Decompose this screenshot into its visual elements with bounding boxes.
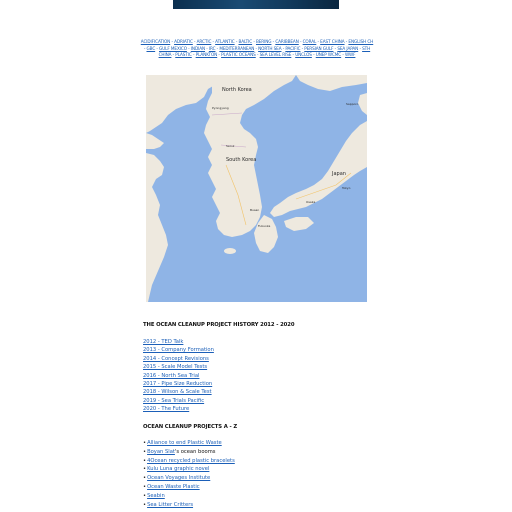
nav-link[interactable]: ACIDIFICATION [141,39,171,44]
nav-link[interactable]: BERING [256,39,272,44]
project-link[interactable]: Sea Litter Critters [147,502,193,508]
projects-title: OCEAN CLEANUP PROJECTS A - Z [143,424,238,430]
project-item: •Alliance to end Plastic Waste [143,439,235,448]
project-item: •Sea Litter Critters [143,501,235,510]
history-link[interactable]: 2014 - Concept Revisions [143,355,214,363]
nav-link[interactable]: ATLANTIC [215,39,235,44]
nav-link[interactable]: BALTIC [238,39,252,44]
map-label-city3: Busan [250,208,259,212]
project-item: •Seabin [143,492,235,501]
nav-link[interactable]: PLASTIC [175,52,192,57]
project-link[interactable]: Kulu Luna graphic novel [147,466,209,472]
project-item: •4Ocean recycled plastic bracelets [143,457,235,466]
nav-link[interactable]: INDIAN [191,46,205,51]
map-label-north-korea: North Korea [222,87,252,93]
nav-link[interactable]: SEA LEVEL RISE [260,52,292,57]
bullet-icon: • [143,501,147,508]
map-label-city5: Tokyo [341,186,351,190]
history-link[interactable]: 2020 - The Future [143,405,214,413]
bullet-icon: • [143,466,147,473]
history-link[interactable]: 2019 - Sea Trials Pacific [143,397,214,405]
nav-link[interactable]: GULF MEXICO [159,46,187,51]
project-item: •Boyan Slat's ocean booms [143,448,235,457]
map-label-south-korea: South Korea [226,157,256,163]
map-label-city6: Fukuoka [258,224,271,228]
history-link[interactable]: 2012 - TED Talk [143,338,214,346]
map-label-city7: Sapporo [346,102,359,106]
project-item: •Ocean Waste Plastic [143,483,235,492]
project-link[interactable]: 4Ocean recycled plastic bracelets [147,458,235,464]
nav-link[interactable]: MEDITERRANEAN [219,46,254,51]
projects-list: •Alliance to end Plastic Waste •Boyan Sla… [143,439,235,509]
map-label-city1: Pyongyang [212,106,229,110]
bullet-icon: • [143,440,147,446]
history-link[interactable]: 2015 - Scale Model Tests [143,363,214,371]
nav-link[interactable]: ENGLISH CH [348,39,373,44]
nav-link[interactable]: SEA JAPAN [337,46,358,51]
project-link[interactable]: Ocean Voyages Institute [147,475,210,481]
bullet-icon: • [143,448,147,455]
project-item: •Ocean Voyages Institute [143,474,235,483]
bullet-icon: • [143,457,147,464]
map-image: North Korea South Korea Japan Pyongyang … [146,75,367,302]
project-link[interactable]: Seabin [147,493,165,499]
history-link[interactable]: 2013 - Company Formation [143,346,214,354]
nav-link[interactable]: ARCTIC [197,39,212,44]
map-label-city2: Seoul [226,144,234,148]
project-link[interactable]: Boyan Slat [147,449,175,455]
ocean-nav-links: ACIDIFICATION - ADRIATIC - ARCTIC - ATLA… [140,39,374,58]
korea-japan-map: North Korea South Korea Japan Pyongyang … [146,75,367,302]
nav-link[interactable]: WWF [345,52,355,57]
nav-link[interactable]: PERSIAN GULF [304,46,333,51]
nav-link[interactable]: PACIFIC [285,46,300,51]
nav-link[interactable]: CARIBBEAN [275,39,299,44]
history-link[interactable]: 2017 - Pipe Size Reduction [143,380,214,388]
history-link[interactable]: 2016 - North Sea Trial [143,372,214,380]
nav-link[interactable]: UNEP WCMC [316,52,342,57]
project-link[interactable]: Alliance to end Plastic Waste [147,440,222,446]
header-banner-image [173,0,339,9]
map-label-city4: Osaka [306,200,315,204]
nav-link[interactable]: EAST CHINA [320,39,344,44]
bullet-icon: • [143,483,147,490]
nav-link[interactable]: PLANKTON [196,52,218,57]
history-link[interactable]: 2018 - Wilson & Scale Test [143,388,214,396]
history-title: THE OCEAN CLEANUP PROJECT HISTORY 2012 -… [143,322,295,328]
history-list: 2012 - TED Talk 2013 - Company Formation 2… [143,338,214,414]
nav-link[interactable]: PLASTIC OCEANS [221,52,256,57]
nav-link[interactable]: ADRIATIC [174,39,193,44]
bullet-icon: • [143,492,147,499]
nav-link[interactable]: GBC [146,46,155,51]
project-link[interactable]: Ocean Waste Plastic [147,484,200,490]
project-suffix: 's ocean booms [174,448,216,455]
nav-link[interactable]: CORAL [303,39,317,44]
project-item: •Kulu Luna graphic novel [143,465,235,474]
bullet-icon: • [143,475,147,482]
map-label-japan: Japan [331,171,346,177]
nav-link[interactable]: UNCLOS [295,52,312,57]
nav-link[interactable]: NORTH SEA [258,46,281,51]
